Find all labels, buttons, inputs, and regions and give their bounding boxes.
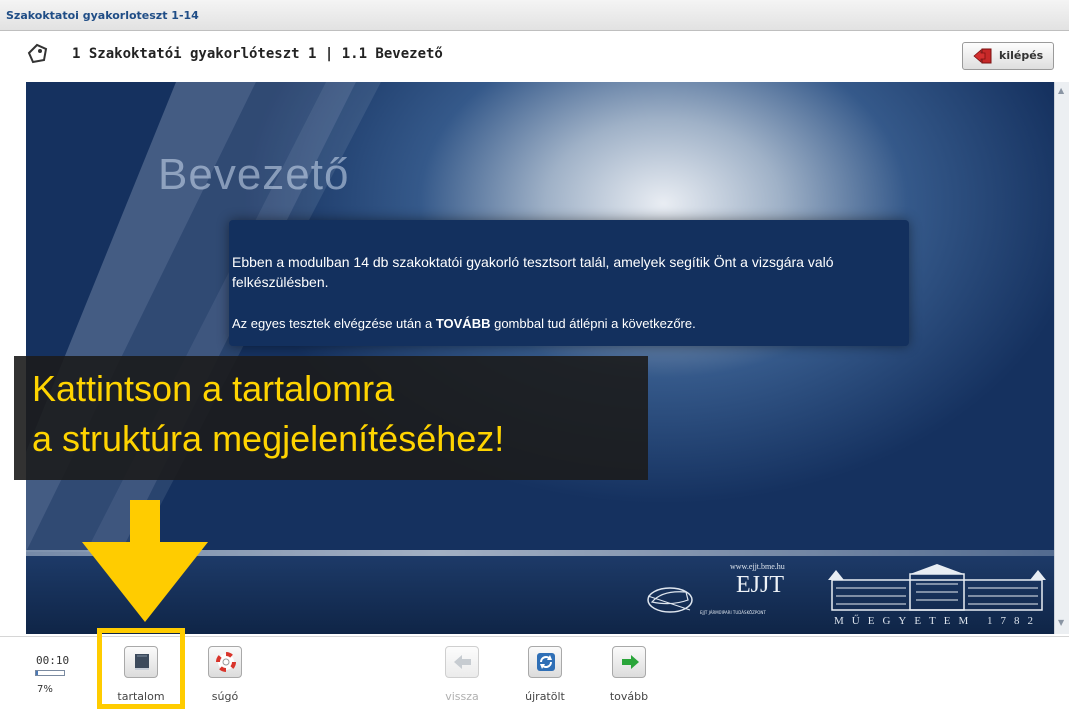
slide-paragraph-1: Ebben a modulban 14 db szakoktatói gyako… [232,254,834,290]
exit-button[interactable]: kilépés [962,42,1054,70]
paragraph-2-prefix: Az egyes tesztek elvégzése után a [232,316,433,331]
ejjt-subtitle: EJJT JÁRMŰIPARI TUDÁSKÖZPONT [700,610,766,615]
reload-label[interactable]: újratölt [510,690,580,703]
slide-scrollbar[interactable]: ▲ ▼ [1054,82,1069,634]
tooltip-callout: Kattintson a tartalomra a struktúra megj… [14,356,648,480]
tooltip-line-1: Kattintson a tartalomra [32,368,395,409]
lesson-header: 1 Szakoktatói gyakorlóteszt 1 | 1.1 Beve… [14,36,1054,76]
ejjt-logo: www.ejjt.bme.hu EJJT EJJT JÁRMŰIPARI TUD… [642,562,810,622]
tag-icon [24,40,50,66]
lesson-title: 1 Szakoktatói gyakorlóteszt 1 | 1.1 Beve… [72,46,443,62]
exit-door-icon [973,48,993,68]
tooltip-line-2: a struktúra megjelenítéséhez! [32,418,505,459]
muegyetem-text: MŰEGYETEM 1782 [834,615,1042,627]
slide-heading: Bevezető [158,150,350,199]
refresh-icon [537,653,555,671]
help-label[interactable]: súgó [190,690,260,703]
back-button[interactable] [445,646,479,678]
paragraph-2-bold: TOVÁBB [435,316,491,331]
muegyetem-logo: MŰEGYETEM 1782 [826,564,1048,630]
lifebuoy-icon [216,652,236,672]
scroll-down-icon[interactable]: ▼ [1058,618,1064,627]
progress-fill [36,671,38,675]
university-building-icon [828,564,1046,611]
window-title: Szakoktatoi gyakorloteszt 1-14 [6,9,199,22]
down-arrow-icon [82,500,208,622]
next-label[interactable]: tovább [594,690,664,703]
next-button[interactable] [612,646,646,678]
reload-button[interactable] [528,646,562,678]
progress-bar [35,670,65,676]
back-label[interactable]: vissza [427,690,497,703]
window-titlebar: Szakoktatoi gyakorloteszt 1-14 [0,0,1069,31]
exit-label: kilépés [999,49,1044,62]
help-button[interactable] [208,646,242,678]
arrow-left-icon [454,655,471,669]
scroll-up-icon[interactable]: ▲ [1058,86,1064,95]
ejjt-wordmark: EJJT [736,572,784,598]
progress-label: 7% [37,684,53,695]
elapsed-time: 00:10 [36,654,70,667]
paragraph-2-suffix: gombbal tud átlépni a következőre. [494,316,696,331]
ejjt-url: www.ejjt.bme.hu [730,562,785,571]
slide-paragraph-2: Az egyes tesztek elvégzése után a TOVÁBB… [232,316,696,331]
contents-highlight-frame [97,628,185,709]
arrow-right-icon [622,655,639,669]
